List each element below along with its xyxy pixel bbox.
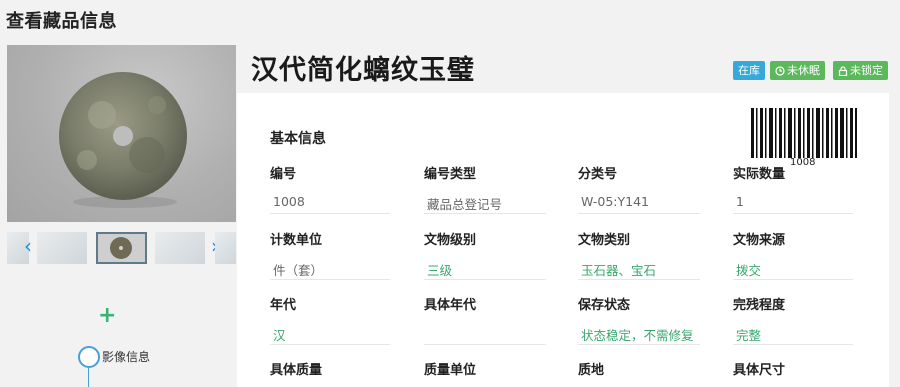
field-relic-category: 文物类别 玉石器、宝石 [578, 229, 700, 280]
field-value: 拨交 [733, 260, 853, 280]
field-completeness: 完残程度 完整 [733, 294, 853, 345]
status-badge-not-locked: 未锁定 [833, 61, 888, 80]
thumbnail-strip: ‹ › [7, 230, 236, 266]
timeline-node[interactable] [78, 346, 100, 368]
thumbnail[interactable] [37, 232, 87, 264]
field-preservation-status: 保存状态 状态稳定，不需修复 [578, 294, 700, 345]
field-label: 编号 [270, 167, 297, 182]
field-value [424, 325, 546, 345]
field-label: 文物来源 [733, 233, 786, 248]
field-classification-number: 分类号 W-05:Y141 [578, 163, 700, 214]
field-value: 玉石器、宝石 [578, 260, 700, 280]
field-label: 年代 [270, 298, 297, 313]
timeline-line [88, 368, 89, 387]
artifact-title: 汉代简化螭纹玉璧 [251, 55, 475, 86]
field-label: 文物级别 [424, 233, 477, 248]
field-relic-grade: 文物级别 三级 [424, 229, 546, 280]
field-relic-source: 文物来源 拨交 [733, 229, 853, 280]
field-label: 质地 [578, 363, 605, 378]
timeline-label-image-info[interactable]: 影像信息 [102, 348, 150, 365]
field-value: 1 [733, 194, 853, 214]
field-value: 三级 [424, 260, 546, 280]
field-label: 具体年代 [424, 298, 477, 313]
field-material: 质地 [578, 359, 700, 378]
field-value: 汉 [270, 325, 390, 345]
field-value: 1008 [270, 194, 390, 214]
field-era: 年代 汉 [270, 294, 390, 345]
field-value: 藏品总登记号 [424, 194, 546, 214]
thumbnail[interactable] [215, 232, 236, 264]
jade-bi-disc-image [59, 72, 187, 208]
chevron-left-icon[interactable]: ‹ [21, 234, 35, 260]
field-specific-era: 具体年代 [424, 294, 546, 345]
lock-icon [838, 66, 848, 77]
field-label: 保存状态 [578, 298, 631, 313]
thumbnail[interactable] [155, 232, 205, 264]
field-label: 实际数量 [733, 167, 786, 182]
field-label: 分类号 [578, 167, 618, 182]
field-actual-quantity: 实际数量 1 [733, 163, 853, 214]
badge-label: 未休眠 [787, 64, 820, 77]
field-count-unit: 计数单位 件（套） [270, 229, 390, 280]
field-specific-mass: 具体质量 [270, 359, 390, 378]
field-label: 具体尺寸 [733, 363, 786, 378]
basic-info-panel: 基本信息 1008 编号 1008 编号类型 藏品总登记号 分类号 W-05:Y… [237, 93, 889, 387]
field-value: 完整 [733, 325, 853, 345]
field-value: 状态稳定，不需修复 [578, 325, 700, 345]
field-label: 完残程度 [733, 298, 786, 313]
page-title: 查看藏品信息 [6, 11, 117, 32]
field-mass-unit: 质量单位 [424, 359, 546, 378]
field-label: 文物类别 [578, 233, 631, 248]
field-label: 质量单位 [424, 363, 477, 378]
field-number-type: 编号类型 藏品总登记号 [424, 163, 546, 214]
plus-icon[interactable]: + [98, 305, 116, 327]
main-artifact-image[interactable] [7, 45, 236, 222]
jade-bi-disc-thumbnail [110, 237, 132, 259]
field-label: 具体质量 [270, 363, 323, 378]
field-value: 件（套） [270, 260, 390, 280]
field-label: 编号类型 [424, 167, 477, 182]
barcode-image [751, 108, 857, 158]
thumbnail-active[interactable] [96, 232, 147, 264]
clock-icon [775, 66, 785, 76]
field-label: 计数单位 [270, 233, 323, 248]
field-number: 编号 1008 [270, 163, 390, 214]
status-badge-in-stock: 在库 [733, 61, 765, 80]
field-value: W-05:Y141 [578, 194, 700, 214]
section-title: 基本信息 [270, 131, 326, 147]
badge-label: 未锁定 [850, 64, 883, 77]
status-badge-not-dormant: 未休眠 [770, 61, 825, 80]
field-specific-size: 具体尺寸 [733, 359, 853, 378]
badge-label: 在库 [738, 64, 760, 77]
